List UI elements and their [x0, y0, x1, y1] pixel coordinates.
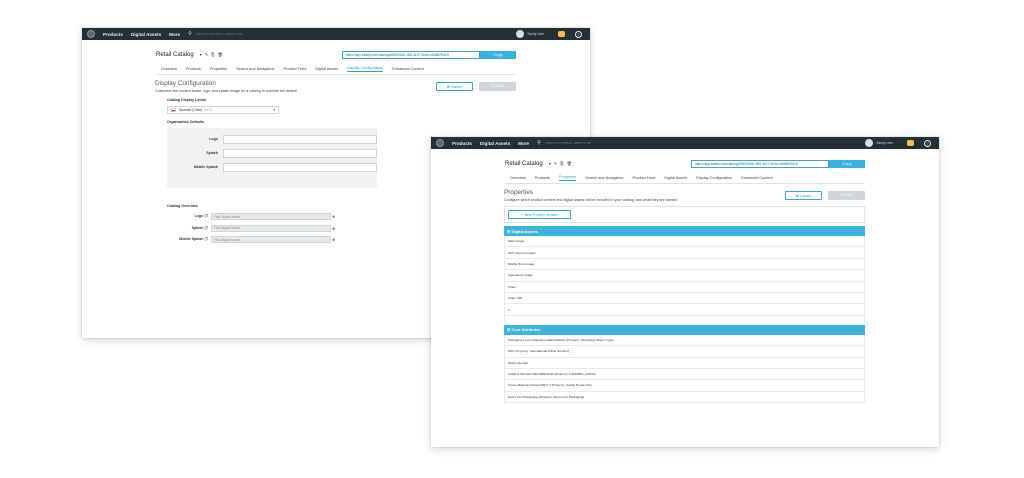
- help-icon[interactable]: ?: [924, 139, 931, 147]
- notifications-icon[interactable]: [907, 140, 914, 146]
- save-button[interactable]: 🖫 Save: [828, 191, 865, 200]
- nav-digital-assets[interactable]: Digital Assets: [131, 32, 161, 37]
- add-icon[interactable]: ⊕: [332, 237, 335, 242]
- tab-digital-assets[interactable]: Digital Assets: [315, 67, 338, 71]
- tab-product-feed[interactable]: Product Feed: [633, 176, 656, 180]
- list-item[interactable]: Mobile Hero Image: [504, 258, 865, 271]
- properties-window: Products Digital Assets More ⚲ Jump to a…: [431, 137, 939, 447]
- org-defaults-label: Organization Defaults: [167, 120, 205, 124]
- user-name[interactable]: Sandy User: [527, 32, 544, 36]
- list-item[interactable]: Ingredients Image: [504, 270, 865, 282]
- tab-display-configuration[interactable]: Display Configuration: [696, 176, 732, 180]
- catalog-title: Retail Catalog: [156, 51, 194, 58]
- list-item[interactable]: GPC Sorted Images: [504, 247, 865, 259]
- org-defaults-panel: Logo Splash Mobile Splash: [167, 128, 377, 188]
- org-logo-field: [223, 134, 377, 144]
- org-logo-label: Logo: [209, 137, 218, 141]
- org-mobile-splash-label: Mobile Splash: [193, 165, 218, 169]
- list-item[interactable]: CASE & PALLET INFORMATION (Property: FIN…: [504, 368, 865, 381]
- override-mobile-splash-input[interactable]: Find Digital Assets: [211, 236, 331, 244]
- tab-display-configuration[interactable]: Display Configuration: [347, 66, 384, 72]
- catalog-tabs: Overview Products Properties Search and …: [505, 173, 865, 184]
- tab-digital-assets[interactable]: Digital Assets: [664, 176, 687, 180]
- app-logo-icon[interactable]: [436, 139, 444, 147]
- list-item[interactable]: UPC (Property: International Article Num…: [504, 346, 865, 358]
- locale-code: es-CL: [204, 108, 214, 112]
- nav-products[interactable]: Products: [103, 32, 123, 37]
- page-title: Display Configuration: [155, 80, 216, 87]
- list-item[interactable]: Video: [504, 281, 865, 293]
- tab-overview[interactable]: Overview: [161, 67, 177, 71]
- override-mobile-splash-label: Mobile Splash ⓘ: [179, 237, 208, 242]
- tab-product-feed[interactable]: Product Feed: [284, 67, 307, 71]
- catalog-tools-icons[interactable]: ▾ ✎ ⎘ 🗑: [549, 161, 573, 166]
- user-avatar[interactable]: [865, 139, 874, 147]
- chevron-down-icon: ▾: [273, 108, 275, 112]
- locale-select[interactable]: Spanish (Chile) es-CL ▾: [167, 106, 279, 114]
- add-section-container: + New Property Section: [504, 206, 865, 223]
- nav-digital-assets[interactable]: Digital Assets: [480, 141, 510, 146]
- list-item[interactable]: Packaging Level (Case/Inner/Each/Pallet)…: [504, 334, 865, 347]
- page-description: Customize the content locale, logo, and …: [155, 89, 298, 93]
- nav-more[interactable]: More: [169, 32, 180, 37]
- cancel-button[interactable]: ✖ Cancel: [785, 191, 822, 200]
- search-icon[interactable]: ⚲: [537, 140, 541, 146]
- copy-url-button[interactable]: Copy: [829, 159, 865, 168]
- page-description: Configure which product content and digi…: [504, 198, 678, 202]
- save-button[interactable]: 🖫 Save: [479, 82, 516, 91]
- tab-enhanced-content[interactable]: Enhanced Content: [741, 176, 772, 180]
- list-item[interactable]: Clorox Material Number/FEIT 4 (Property:…: [504, 380, 865, 392]
- user-avatar[interactable]: [516, 30, 525, 38]
- list-item[interactable]: Video URL: [504, 292, 865, 305]
- tab-search-navigation[interactable]: Search and Navigation: [585, 176, 623, 180]
- group-header-digital-assets[interactable]: ⊟ Digital Assets: [504, 226, 865, 236]
- tab-enhanced-content[interactable]: Enhanced Content: [392, 67, 423, 71]
- top-navigation-bar: Products Digital Assets More ⚲ Jump to a…: [431, 137, 939, 149]
- override-splash-input[interactable]: Find Digital Assets: [211, 224, 331, 232]
- locale-label: Catalog Display Locale: [167, 98, 207, 102]
- override-logo-input[interactable]: Find Digital Assets: [211, 213, 331, 221]
- catalog-title: Retail Catalog: [505, 160, 543, 167]
- tab-properties[interactable]: Properties: [558, 175, 577, 181]
- group-spacer: [504, 315, 865, 322]
- search-icon[interactable]: ⚲: [188, 31, 192, 37]
- override-splash-label: Splash ⓘ: [191, 225, 208, 230]
- locale-value: Spanish (Chile): [179, 108, 203, 112]
- global-search-input[interactable]: Jump to a product, asset or list: [196, 32, 517, 36]
- tab-overview[interactable]: Overview: [510, 176, 526, 180]
- top-navigation-bar: Products Digital Assets More ⚲ Jump to a…: [82, 28, 590, 40]
- chile-flag-icon: [171, 108, 176, 112]
- tab-search-navigation[interactable]: Search and Navigation: [236, 67, 274, 71]
- override-logo-label: Logo ⓘ: [194, 214, 208, 219]
- nav-products[interactable]: Products: [452, 141, 472, 146]
- org-mobile-splash-field: [223, 162, 377, 172]
- list-item[interactable]: ri: [504, 304, 865, 316]
- help-icon[interactable]: ?: [575, 30, 582, 38]
- tab-properties[interactable]: Properties: [210, 67, 227, 71]
- catalog-tabs: Overview Products Properties Search and …: [156, 64, 516, 75]
- org-splash-field: [223, 148, 377, 158]
- tab-products[interactable]: Products: [535, 176, 550, 180]
- org-splash-label: Splash: [206, 151, 218, 155]
- catalog-tools-icons[interactable]: ▾ ✎ ⎘ 🗑: [200, 52, 224, 57]
- list-item[interactable]: Main Image: [504, 236, 865, 248]
- catalog-url-field[interactable]: https://app.salsify.com/catalogs/8002b4f…: [342, 50, 480, 59]
- group-header-core-attributes[interactable]: ⊟ Core Attributes: [504, 324, 865, 335]
- add-icon[interactable]: ⊕: [332, 214, 335, 219]
- add-icon[interactable]: ⊕: [332, 226, 335, 231]
- page-title: Properties: [504, 189, 534, 196]
- notifications-icon[interactable]: [558, 31, 565, 37]
- new-property-section-button[interactable]: + New Property Section: [508, 210, 571, 219]
- app-logo-icon[interactable]: [87, 30, 95, 38]
- list-item[interactable]: Next Level Packaging (Property: Next Lev…: [504, 391, 865, 404]
- list-item[interactable]: Model Number: [504, 357, 865, 369]
- copy-url-button[interactable]: Copy: [480, 50, 516, 59]
- nav-more[interactable]: More: [518, 141, 529, 146]
- cancel-button[interactable]: ✖ Cancel: [436, 82, 473, 91]
- global-search-input[interactable]: Jump to a product, asset or list: [545, 141, 866, 145]
- user-name[interactable]: Sandy User: [876, 141, 893, 145]
- catalog-url-field[interactable]: https://app.salsify.com/catalogs/8002b4f…: [691, 159, 829, 168]
- tab-products[interactable]: Products: [186, 67, 201, 71]
